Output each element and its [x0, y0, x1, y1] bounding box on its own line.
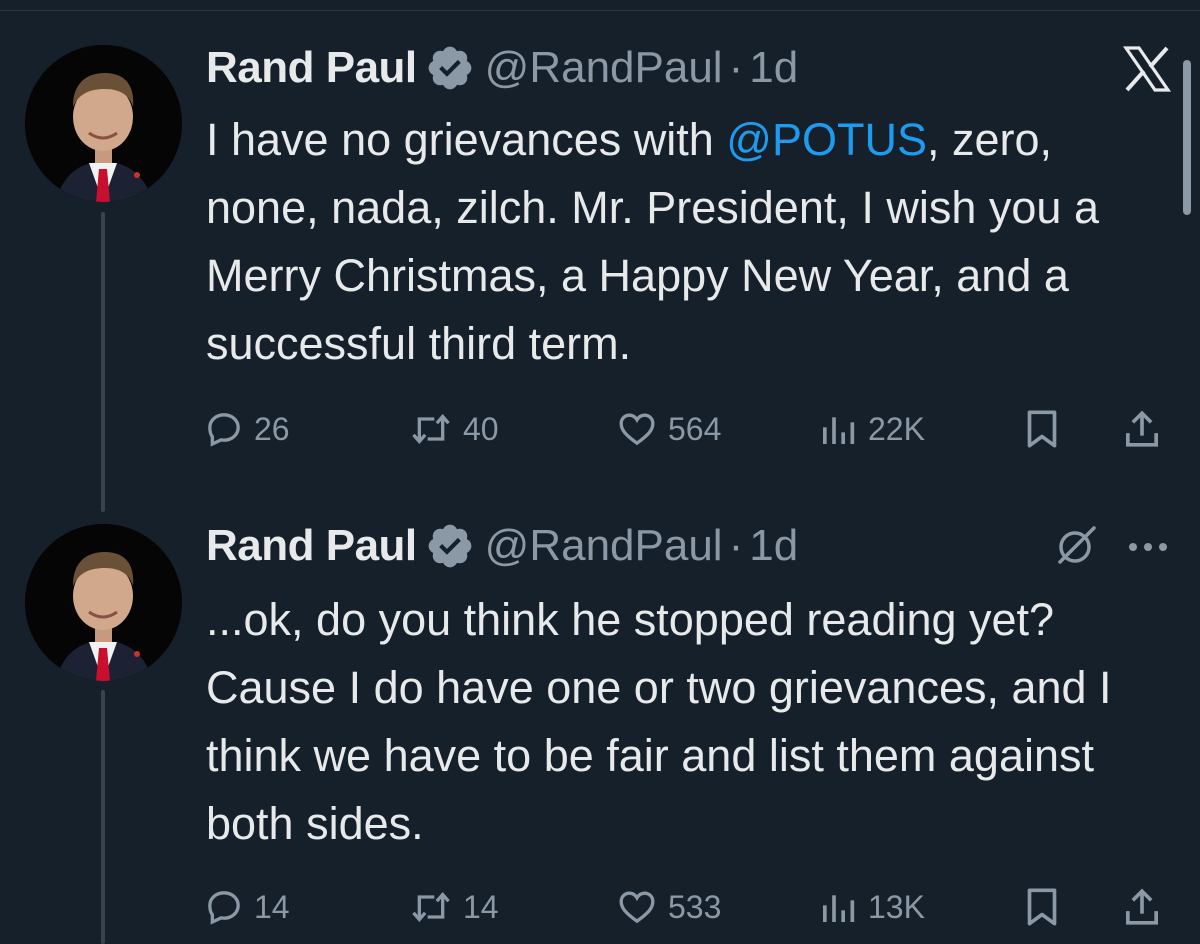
views-button[interactable]: 13K [818, 882, 925, 932]
author-name[interactable]: Rand Paul [206, 43, 417, 93]
author-handle[interactable]: @RandPaul [485, 521, 723, 571]
tweet-header: Rand Paul @RandPaul · 1d [206, 38, 798, 98]
reply-icon [208, 413, 240, 447]
avatar[interactable] [25, 45, 182, 202]
grok-icon[interactable] [1052, 522, 1100, 570]
thread-connector-line [101, 690, 105, 944]
reply-button[interactable]: 26 [204, 404, 290, 454]
tweet-header: Rand Paul @RandPaul · 1d [206, 516, 798, 576]
views-chart-icon [823, 417, 855, 444]
tweet-text: ...ok, do you think he stopped reading y… [206, 594, 1112, 849]
share-button[interactable] [1122, 404, 1162, 454]
like-count: 564 [668, 410, 722, 447]
scrollbar[interactable] [1183, 60, 1191, 215]
heart-icon [619, 891, 655, 924]
avatar-photo [25, 524, 182, 681]
retweet-button[interactable]: 14 [409, 882, 499, 932]
reply-icon [208, 891, 240, 925]
bookmark-icon [1027, 410, 1057, 448]
reply-button[interactable]: 14 [204, 882, 290, 932]
avatar-photo [25, 45, 182, 202]
retweet-icon [412, 413, 450, 445]
mention-link[interactable]: @POTUS [726, 114, 927, 165]
timestamp[interactable]: 1d [749, 43, 798, 93]
thread-connector-line [101, 212, 105, 512]
avatar[interactable] [25, 524, 182, 681]
retweet-button[interactable]: 40 [409, 404, 499, 454]
more-options-icon[interactable] [1127, 540, 1169, 554]
action-bar: 26 40 564 22K [204, 404, 1174, 454]
top-divider [0, 10, 1200, 11]
reply-count: 26 [254, 410, 290, 447]
verified-badge-icon[interactable] [425, 43, 475, 93]
share-icon [1126, 410, 1158, 447]
author-handle[interactable]: @RandPaul [485, 43, 723, 93]
thread-screen: Rand Paul @RandPaul · 1d I have no griev… [0, 0, 1200, 944]
retweet-count: 40 [463, 410, 499, 447]
retweet-count: 14 [463, 888, 499, 925]
like-count: 533 [668, 888, 722, 925]
author-name[interactable]: Rand Paul [206, 521, 417, 571]
views-chart-icon [823, 895, 855, 922]
share-button[interactable] [1122, 882, 1162, 932]
verified-badge-icon[interactable] [425, 521, 475, 571]
like-button[interactable]: 533 [616, 882, 721, 932]
tweet-text: I have no grievances with @POTUS, zero, … [206, 106, 1166, 378]
like-button[interactable]: 564 [616, 404, 721, 454]
retweet-icon [412, 891, 450, 923]
tweet-text-part: I have no grievances with [206, 114, 727, 165]
timestamp[interactable]: 1d [749, 521, 798, 571]
heart-icon [619, 413, 655, 446]
share-icon [1126, 888, 1158, 925]
view-count: 13K [868, 888, 925, 925]
separator-dot: · [728, 521, 744, 570]
reply-count: 14 [254, 888, 290, 925]
separator-dot: · [728, 43, 744, 92]
views-button[interactable]: 22K [818, 404, 925, 454]
bookmark-button[interactable] [1022, 404, 1062, 454]
bookmark-icon [1027, 888, 1057, 926]
x-logo-icon[interactable] [1122, 44, 1172, 94]
bookmark-button[interactable] [1022, 882, 1062, 932]
view-count: 22K [868, 410, 925, 447]
action-bar: 14 14 533 13K [204, 882, 1174, 932]
